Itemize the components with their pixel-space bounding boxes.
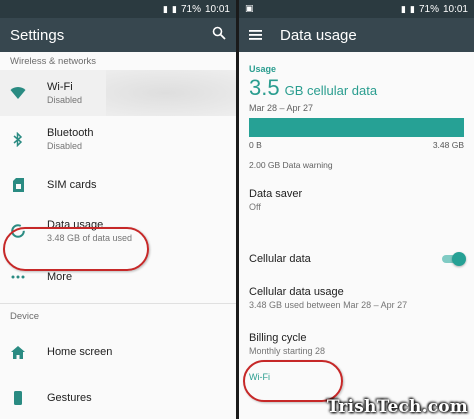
settings-item-sim-cards[interactable]: SIM cards xyxy=(0,162,236,208)
usage-bar-labels: 0 B 3.48 GB xyxy=(239,137,474,150)
bluetooth-icon xyxy=(10,131,26,147)
usage-bar xyxy=(249,118,464,137)
settings-app-bar: Settings xyxy=(0,18,236,52)
usage-amount: 3.5 xyxy=(249,75,280,100)
settings-item-bluetooth[interactable]: Bluetooth Disabled xyxy=(0,116,236,162)
data-usage-screen: ▣ ▮ ▮ 71% 10:01 Data usage Usage 3.5 GB … xyxy=(239,0,474,419)
section-wireless: Wireless & networks xyxy=(10,56,97,67)
bar-max-label: 3.48 GB xyxy=(432,140,464,150)
section-divider xyxy=(0,303,236,304)
page-title: Data usage xyxy=(280,26,357,44)
bluetooth-title: Bluetooth xyxy=(47,127,94,139)
usage-summary: 3.5 GB cellular data xyxy=(239,74,474,101)
home-icon xyxy=(10,344,26,360)
data-warning: 2.00 GB Data warning xyxy=(249,160,333,170)
wifi-title: Wi-Fi xyxy=(47,81,73,93)
highlight-oval-data-usage xyxy=(3,227,149,271)
data-usage-app-bar: Data usage xyxy=(239,18,474,52)
highlight-oval-billing-cycle xyxy=(243,360,343,402)
usage-unit: GB cellular data xyxy=(284,83,378,98)
status-bar: ▮ ▮ 71% 10:01 xyxy=(0,0,236,18)
settings-item-wifi[interactable]: Wi-Fi Disabled xyxy=(0,70,236,116)
signal-icon: ▮ xyxy=(401,3,406,14)
more-title: More xyxy=(47,271,73,283)
settings-item-gestures[interactable]: Gestures xyxy=(0,375,236,419)
cellular-usage-title: Cellular data usage xyxy=(249,286,344,298)
status-bar: ▣ ▮ ▮ 71% 10:01 xyxy=(239,0,474,18)
status-time: 10:01 xyxy=(204,3,230,15)
settings-screen: ▮ ▮ 71% 10:01 Settings Wireless & networ… xyxy=(0,0,236,419)
data-saver-value: Off xyxy=(249,202,261,212)
cellular-usage-subtitle: 3.48 GB used between Mar 28 – Apr 27 xyxy=(249,300,408,310)
search-icon[interactable] xyxy=(212,26,226,43)
sim-card-icon xyxy=(10,177,26,193)
watermark: TrishTech.com xyxy=(326,397,468,417)
home-screen-title: Home screen xyxy=(47,346,113,358)
battery-icon: ▮ xyxy=(172,3,177,14)
usage-label: Usage xyxy=(249,64,277,74)
usage-date-range: Mar 28 – Apr 27 xyxy=(249,103,314,113)
battery-icon: ▮ xyxy=(410,3,415,14)
toggle-thumb xyxy=(452,252,466,266)
wifi-subtitle: Disabled xyxy=(47,95,83,105)
battery-percent: 71% xyxy=(180,3,201,15)
gestures-title: Gestures xyxy=(47,392,92,404)
gestures-icon xyxy=(10,390,26,406)
bar-min-label: 0 B xyxy=(249,140,262,150)
data-saver-title: Data saver xyxy=(249,188,303,200)
status-time: 10:01 xyxy=(442,3,468,15)
page-title: Settings xyxy=(10,26,65,44)
cellular-data-toggle[interactable] xyxy=(440,252,466,266)
bluetooth-subtitle: Disabled xyxy=(47,141,83,151)
billing-cycle-title: Billing cycle xyxy=(249,332,307,344)
billing-cycle-subtitle: Monthly starting 28 xyxy=(249,346,326,356)
usage-bar-fill xyxy=(249,118,464,137)
menu-icon[interactable] xyxy=(249,27,262,44)
more-dots-icon xyxy=(10,269,26,285)
section-device: Device xyxy=(10,311,40,322)
cellular-data-title: Cellular data xyxy=(249,253,311,265)
settings-item-home-screen[interactable]: Home screen xyxy=(0,329,236,375)
signal-icon: ▮ xyxy=(163,3,168,14)
image-notification-icon: ▣ xyxy=(245,3,254,13)
wifi-icon xyxy=(10,85,26,101)
cellular-usage-item[interactable]: Cellular data usage 3.48 GB used between… xyxy=(239,286,474,322)
sim-cards-title: SIM cards xyxy=(47,179,97,191)
data-saver-item[interactable]: Data saver Off xyxy=(239,188,474,224)
battery-percent: 71% xyxy=(418,3,439,15)
cellular-data-item[interactable]: Cellular data xyxy=(239,244,474,274)
